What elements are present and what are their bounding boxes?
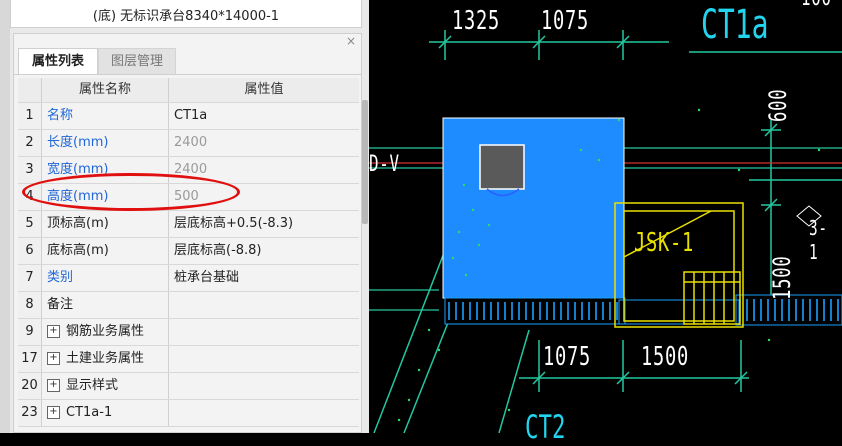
property-group: + 土建业务属性 — [42, 346, 169, 372]
property-name: 类别 — [42, 265, 169, 291]
row-number: 8 — [18, 292, 42, 318]
table-row-group[interactable]: 9 + 钢筋业务属性 — [18, 319, 359, 346]
label-jsk: JSK-1 — [634, 228, 694, 258]
label-corner: 100 — [801, 0, 832, 11]
table-row-group[interactable]: 23 + CT1a-1 — [18, 400, 359, 427]
property-name: 备注 — [42, 292, 169, 318]
dim-1500-bottom: 1500 — [641, 342, 689, 372]
table-row[interactable]: 8 备注 — [18, 292, 359, 319]
dim-1075-top: 1075 — [541, 6, 589, 36]
property-value — [169, 319, 359, 345]
table-row-group[interactable]: 17 + 土建业务属性 — [18, 346, 359, 373]
label-ct1a: CT1a — [701, 2, 769, 48]
group-label: 土建业务属性 — [66, 351, 145, 366]
expand-plus-icon[interactable]: + — [47, 352, 60, 365]
element-title-bar: (底) 无标识承台8340*14000-1 — [10, 0, 362, 28]
property-value[interactable]: CT1a — [169, 103, 359, 129]
table-row[interactable]: 7 类别 桩承台基础 — [18, 265, 359, 292]
property-value[interactable]: 桩承台基础 — [169, 265, 359, 291]
property-value[interactable]: 层底标高(-8.8) — [169, 238, 359, 264]
property-value[interactable]: 层底标高+0.5(-8.3) — [169, 211, 359, 237]
pile-cap[interactable] — [442, 117, 625, 299]
table-row[interactable]: 5 顶标高(m) 层底标高+0.5(-8.3) — [18, 211, 359, 238]
label-ct2: CT2 — [525, 408, 566, 446]
row-number: 1 — [18, 103, 42, 129]
property-name: 长度(mm) — [42, 130, 169, 156]
group-label: 显示样式 — [66, 378, 119, 393]
group-label: CT1a-1 — [66, 405, 113, 420]
table-row-group[interactable]: 20 + 显示样式 — [18, 373, 359, 400]
vertical-scrollbar[interactable] — [362, 100, 368, 224]
expand-plus-icon[interactable]: + — [47, 325, 60, 338]
pile[interactable] — [479, 144, 525, 190]
group-label: 钢筋业务属性 — [66, 324, 145, 339]
property-group: + CT1a-1 — [42, 400, 169, 426]
property-panel-area: (底) 无标识承台8340*14000-1 × 属性列表 图层管理 属性名称 属… — [0, 0, 369, 433]
dim-1500-vertical: 1500 — [768, 255, 796, 300]
row-number: 23 — [18, 400, 42, 426]
row-number: 2 — [18, 130, 42, 156]
property-value: 2400 — [174, 135, 208, 150]
header-name: 属性名称 — [42, 78, 169, 102]
properties-panel: × 属性列表 图层管理 属性名称 属性值 1 名称 CT1a 2 长度(mm) … — [13, 33, 362, 433]
header-value: 属性值 — [169, 78, 359, 102]
dim-600: 600 — [764, 88, 792, 122]
tab-property-list[interactable]: 属性列表 — [18, 48, 98, 74]
row-number: 20 — [18, 373, 42, 399]
row-number: 6 — [18, 238, 42, 264]
expand-plus-icon[interactable]: + — [47, 406, 60, 419]
table-row[interactable]: 6 底标高(m) 层底标高(-8.8) — [18, 238, 359, 265]
grid-header: 属性名称 属性值 — [18, 78, 359, 103]
element-title: (底) 无标识承台8340*14000-1 — [92, 9, 280, 24]
expand-plus-icon[interactable]: + — [47, 379, 60, 392]
row-number: 3 — [18, 157, 42, 183]
header-index — [18, 78, 42, 102]
cad-canvas[interactable]: 1325 1075 CT1a 600 D-V JSK-1 3-1 1500 10… — [369, 0, 842, 446]
highlight-ellipse — [22, 173, 240, 211]
table-row[interactable]: 1 名称 CT1a — [18, 103, 359, 130]
row-number: 9 — [18, 319, 42, 345]
dim-1075-bottom: 1075 — [543, 342, 591, 372]
panel-tabs: 属性列表 图层管理 — [14, 48, 361, 75]
property-value — [169, 346, 359, 372]
label-3-1: 3-1 — [809, 216, 828, 264]
property-group: + 显示样式 — [42, 373, 169, 399]
foundation-outline[interactable] — [614, 202, 744, 328]
property-name: 名称 — [42, 103, 169, 129]
dim-1325: 1325 — [452, 6, 500, 36]
property-value[interactable] — [169, 292, 359, 318]
property-name: 顶标高(m) — [42, 211, 169, 237]
property-value — [169, 373, 359, 399]
property-group: + 钢筋业务属性 — [42, 319, 169, 345]
label-dv: D-V — [369, 152, 400, 177]
row-number: 5 — [18, 211, 42, 237]
table-row[interactable]: 2 长度(mm) 2400 — [18, 130, 359, 157]
row-number: 7 — [18, 265, 42, 291]
cad-drawing — [369, 30, 842, 433]
property-grid: 属性名称 属性值 1 名称 CT1a 2 长度(mm) 2400 3 宽度(mm… — [18, 78, 359, 427]
tab-layer-management[interactable]: 图层管理 — [98, 48, 176, 74]
property-name: 底标高(m) — [42, 238, 169, 264]
row-number: 17 — [18, 346, 42, 372]
close-icon[interactable]: × — [346, 34, 356, 48]
property-value — [169, 400, 359, 426]
left-rail — [0, 0, 10, 433]
